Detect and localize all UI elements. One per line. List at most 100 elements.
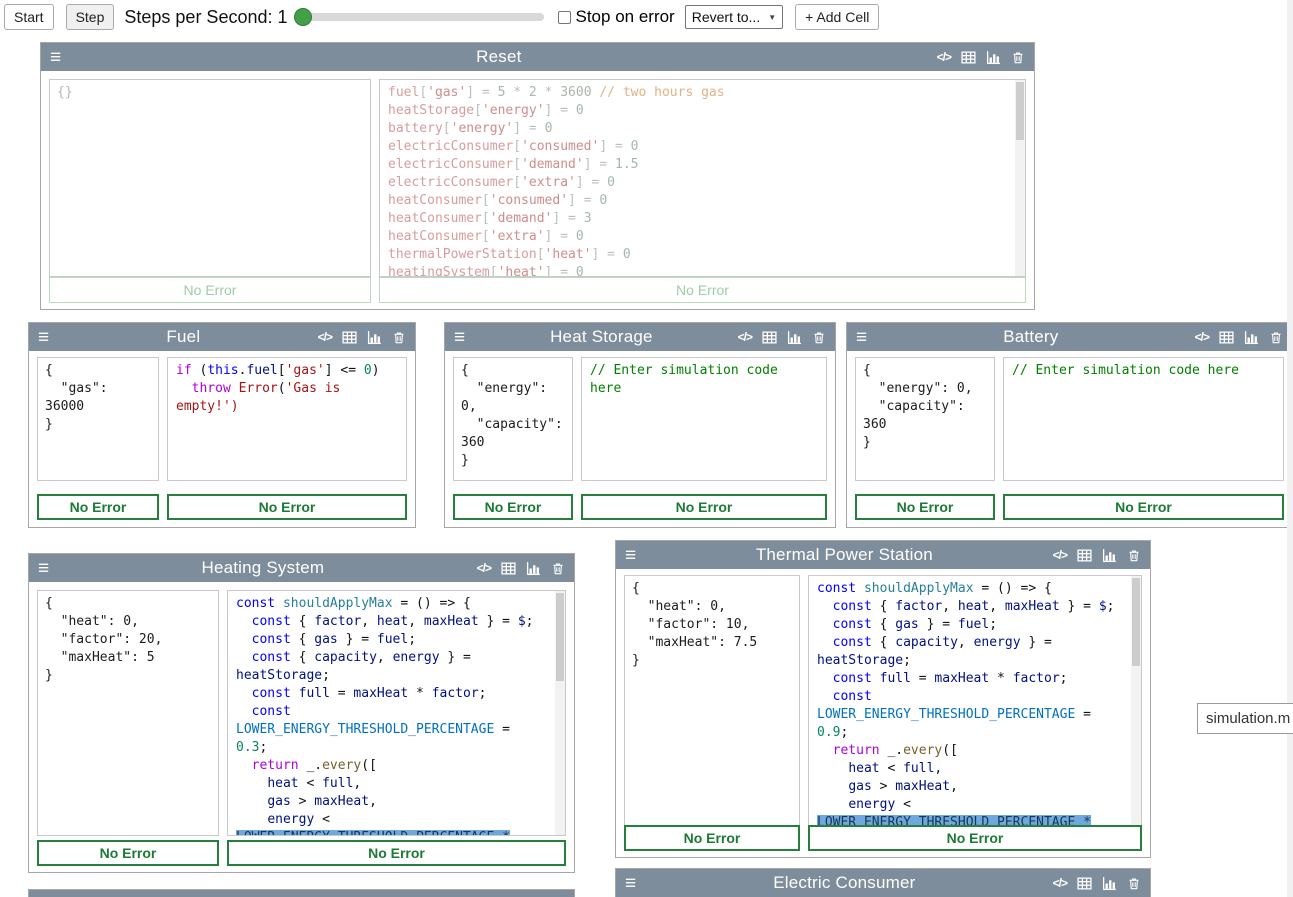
chart-view-icon[interactable] [1244,330,1259,345]
code-panel: // Enter simulation code here [1003,357,1284,481]
cell-title: Thermal Power Station [636,545,1053,565]
cell-title: Electric Consumer [636,873,1053,893]
drag-handle-icon[interactable]: ≡ [625,546,636,565]
state-status-badge: No Error [49,277,371,303]
cell-thermal-power-station: ≡ Thermal Power Station </> { "heat": 0,… [615,540,1151,858]
page-scrollbar[interactable] [1287,0,1293,897]
state-json-editor[interactable]: { "energy": 0, "capacity": 360 } [856,358,994,456]
code-view-icon[interactable]: </> [937,50,951,64]
header-icons: </> [1195,330,1283,345]
drag-handle-icon[interactable]: ≡ [454,328,465,347]
revert-dropdown[interactable]: Revert to... ▼ [685,5,783,29]
slider-knob[interactable] [294,8,312,26]
cell-heat-storage-header: ≡ Heat Storage </> [445,323,835,351]
scrollbar-thumb[interactable] [1132,578,1140,666]
step-button[interactable]: Step [66,4,115,30]
chart-view-icon[interactable] [1102,876,1117,891]
code-editor[interactable]: fuel['gas'] = 5 * 2 * 3600 // two hours … [380,80,1025,277]
code-view-icon[interactable]: </> [1195,330,1209,344]
code-editor[interactable]: // Enter simulation code here [1004,358,1283,384]
code-panel: const shouldApplyMax = () => { const { f… [808,575,1142,827]
scrollbar[interactable] [555,591,565,835]
cell-body: { "gas": 36000 } if (this.fuel['gas'] <=… [37,357,407,481]
drag-handle-icon[interactable]: ≡ [856,328,867,347]
chevron-down-icon: ▼ [768,13,776,22]
table-view-icon[interactable] [1219,330,1234,345]
start-button[interactable]: Start [4,4,54,30]
state-json-editor[interactable]: {} [50,80,370,106]
code-panel: if (this.fuel['gas'] <= 0) throw Error('… [167,357,407,481]
table-view-icon[interactable] [961,50,976,65]
cell-heating-system: ≡ Heating System </> { "heat": 0, "facto… [28,553,575,873]
code-status-badge: No Error [1003,494,1284,520]
delete-cell-icon[interactable] [392,330,406,345]
status-row: No Error No Error [855,494,1284,520]
state-panel: { "heat": 0, "factor": 10, "maxHeat": 7.… [624,575,800,827]
drag-handle-icon[interactable]: ≡ [38,559,49,578]
code-view-icon[interactable]: </> [318,330,332,344]
cell-electric-consumer-header: ≡ Electric Consumer </> [616,869,1150,897]
speed-slider[interactable] [292,8,544,26]
state-status-badge: No Error [37,494,159,520]
state-panel: { "energy": 0, "capacity": 360 } [453,357,573,481]
scrollbar[interactable] [1015,80,1025,276]
table-view-icon[interactable] [501,561,516,576]
cell-title: Reset [61,47,937,67]
header-icons: </> [477,561,565,576]
revert-dropdown-value: Revert to... [692,9,760,25]
code-editor[interactable]: const shouldApplyMax = () => { const { f… [228,591,565,836]
delete-cell-icon[interactable] [1127,876,1141,891]
state-json-editor[interactable]: { "energy": 0, "capacity": 360 } [454,358,572,474]
cell-body: {} fuel['gas'] = 5 * 2 * 3600 // two hou… [49,79,1026,277]
stop-on-error-checkbox[interactable] [558,11,571,24]
chart-view-icon[interactable] [526,561,541,576]
code-status-badge: No Error [227,840,566,866]
cell-title: Heat Storage [465,327,738,347]
drag-handle-icon[interactable]: ≡ [50,48,61,67]
table-view-icon[interactable] [1077,548,1092,563]
state-json-editor[interactable]: { "heat": 0, "factor": 20, "maxHeat": 5 … [38,591,218,689]
chart-view-icon[interactable] [787,330,802,345]
state-json-editor[interactable]: { "gas": 36000 } [38,358,158,438]
header-icons: </> [1053,548,1141,563]
code-view-icon[interactable]: </> [1053,548,1067,562]
code-view-icon[interactable]: </> [1053,876,1067,890]
cell-heat-storage: ≡ Heat Storage </> { "energy": 0, "capac… [444,322,836,528]
delete-cell-icon[interactable] [1269,330,1283,345]
state-json-editor[interactable]: { "heat": 0, "factor": 10, "maxHeat": 7.… [625,576,799,674]
table-view-icon[interactable] [1077,876,1092,891]
simulation-page: Start Step Steps per Second: 1 Stop on e… [0,0,1293,897]
state-status-badge: No Error [37,840,219,866]
chart-view-icon[interactable] [367,330,382,345]
status-row: No Error No Error [453,494,827,520]
cell-partial-header: ≡ [29,890,574,897]
toolbar: Start Step Steps per Second: 1 Stop on e… [0,0,1293,34]
delete-cell-icon[interactable] [1011,50,1025,65]
add-cell-button[interactable]: + Add Cell [795,4,879,30]
code-editor[interactable]: const shouldApplyMax = () => { const { f… [809,576,1141,827]
delete-cell-icon[interactable] [1127,548,1141,563]
header-icons: </> [937,50,1025,65]
table-view-icon[interactable] [762,330,777,345]
delete-cell-icon[interactable] [551,561,565,576]
chart-view-icon[interactable] [986,50,1001,65]
cell-thermal-power-station-header: ≡ Thermal Power Station </> [616,541,1150,569]
cell-reset: ≡ Reset </> {} fuel['gas'] = 5 * 2 * 360… [40,42,1035,310]
scrollbar-thumb[interactable] [556,593,564,681]
stop-on-error-label[interactable]: Stop on error [576,7,675,27]
slider-track[interactable] [304,13,544,21]
cell-body: { "heat": 0, "factor": 20, "maxHeat": 5 … [37,590,566,836]
code-editor[interactable]: if (this.fuel['gas'] <= 0) throw Error('… [168,358,406,420]
state-panel: { "heat": 0, "factor": 20, "maxHeat": 5 … [37,590,219,836]
code-editor[interactable]: // Enter simulation codehere [582,358,826,402]
code-panel: // Enter simulation codehere [581,357,827,481]
code-view-icon[interactable]: </> [477,561,491,575]
scrollbar[interactable] [1131,576,1141,826]
table-view-icon[interactable] [342,330,357,345]
drag-handle-icon[interactable]: ≡ [625,874,636,893]
chart-view-icon[interactable] [1102,548,1117,563]
delete-cell-icon[interactable] [812,330,826,345]
code-view-icon[interactable]: </> [738,330,752,344]
drag-handle-icon[interactable]: ≡ [38,328,49,347]
scrollbar-thumb[interactable] [1016,82,1024,140]
